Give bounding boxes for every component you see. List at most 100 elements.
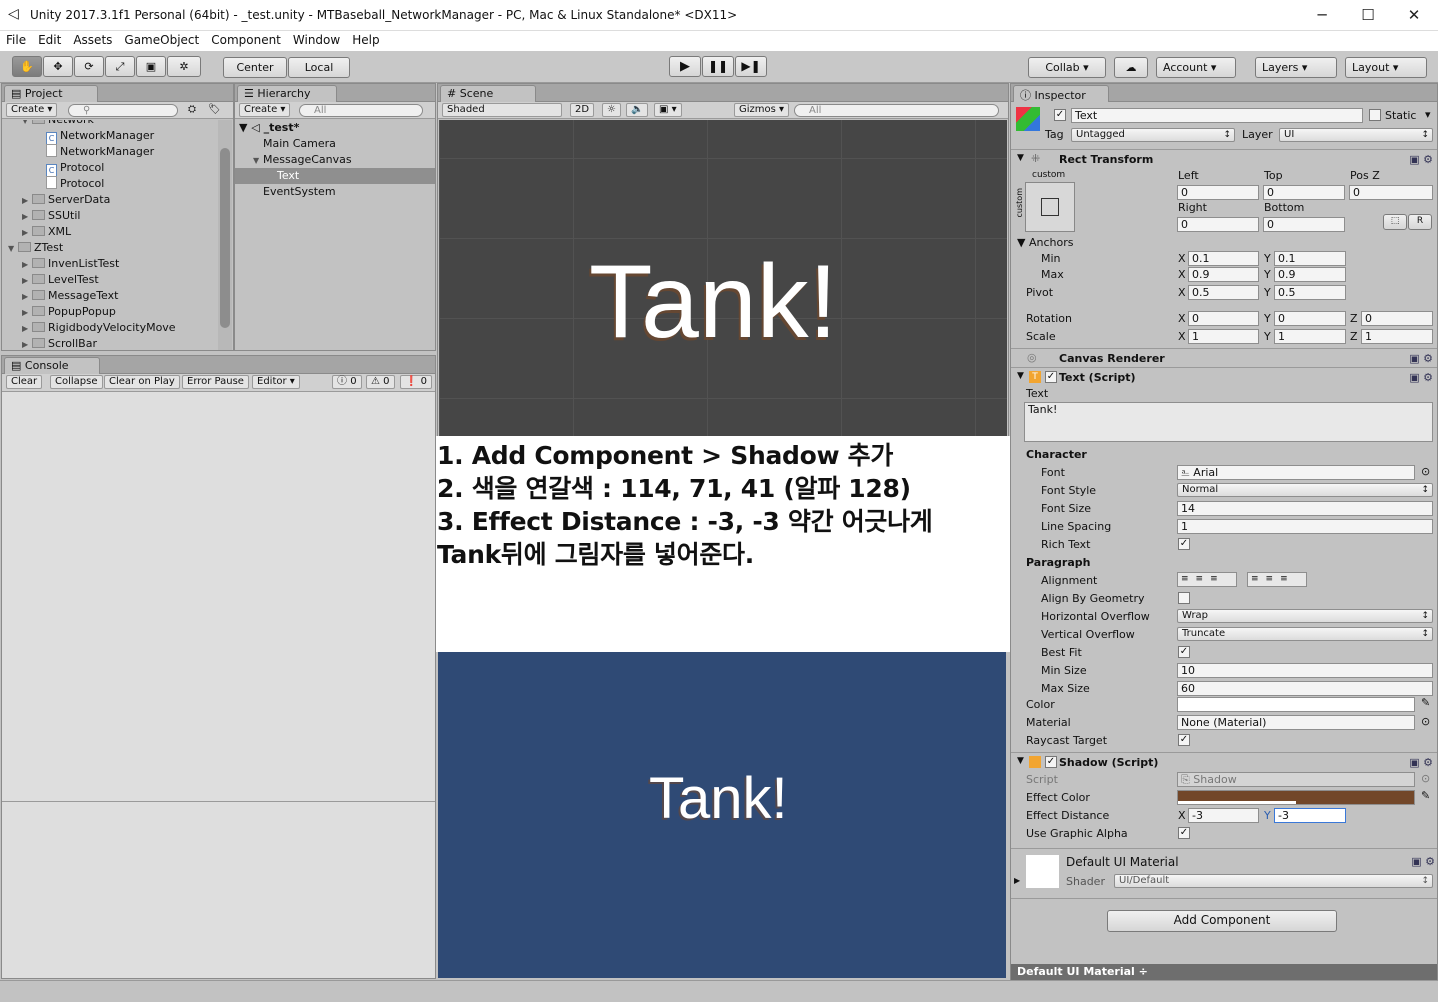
anchor-max-x-field[interactable]: 0.9: [1188, 267, 1259, 282]
shadow-enabled-checkbox[interactable]: ✓: [1045, 756, 1057, 768]
menu-component[interactable]: Component: [205, 31, 287, 49]
console-error-pause-button[interactable]: Error Pause: [182, 375, 249, 389]
hierarchy-item[interactable]: ▼ MessageCanvas: [235, 152, 435, 168]
line-spacing-field[interactable]: 1: [1177, 519, 1433, 534]
rotate-tool-icon[interactable]: ⟳: [74, 56, 104, 77]
foldout-arrow-icon[interactable]: ▶: [22, 337, 32, 350]
vertical-alignment-buttons[interactable]: ≡≡≡: [1247, 572, 1307, 587]
project-scrollbar[interactable]: [218, 120, 232, 350]
layout-dropdown[interactable]: Layout ▾: [1345, 57, 1427, 78]
effect-color-swatch[interactable]: [1177, 790, 1415, 805]
hierarchy-search-input[interactable]: All: [299, 104, 423, 117]
transform-tool-icon[interactable]: ✲: [167, 56, 201, 77]
scene-root[interactable]: ▼ ◁ _test*: [239, 120, 299, 136]
top-field[interactable]: 0: [1263, 185, 1345, 200]
hierarchy-item[interactable]: Text: [235, 168, 435, 184]
scale-x-field[interactable]: 1: [1188, 329, 1259, 344]
vertical-overflow-dropdown[interactable]: Truncate: [1177, 627, 1433, 641]
raycast-target-checkbox[interactable]: ✓: [1178, 734, 1190, 746]
layers-dropdown[interactable]: Layers ▾: [1255, 57, 1337, 78]
foldout-arrow-icon[interactable]: ▶: [22, 305, 32, 321]
material-foldout-icon[interactable]: ▶: [1014, 876, 1020, 885]
active-checkbox[interactable]: ✓: [1054, 109, 1066, 121]
game-viewport[interactable]: Tank!: [438, 652, 1006, 978]
canvas-renderer-header[interactable]: ◎ Canvas Renderer ▣ ⚙: [1011, 348, 1437, 368]
scene-search-input[interactable]: All: [794, 104, 999, 117]
foldout-arrow-icon[interactable]: ▶: [22, 321, 32, 337]
foldout-arrow-icon[interactable]: ▶: [22, 193, 32, 209]
scene-viewport[interactable]: Tank!: [439, 120, 1007, 436]
posz-field[interactable]: 0: [1349, 185, 1433, 200]
text-script-header[interactable]: ▼ T ✓ Text (Script) ▣ ⚙: [1011, 367, 1437, 387]
text-enabled-checkbox[interactable]: ✓: [1045, 371, 1057, 383]
min-size-field[interactable]: 10: [1177, 663, 1433, 678]
text-menu-icon[interactable]: ▣ ⚙: [1409, 371, 1433, 384]
horizontal-overflow-dropdown[interactable]: Wrap: [1177, 609, 1433, 623]
project-item[interactable]: Protocol: [2, 176, 104, 192]
collab-button[interactable]: Collab ▾: [1028, 57, 1106, 78]
shadow-menu-icon[interactable]: ▣ ⚙: [1409, 756, 1433, 769]
raw-edit-button[interactable]: R: [1408, 214, 1432, 230]
effects-icon[interactable]: ▣ ▾: [654, 103, 682, 117]
shadow-collapse-arrow-icon[interactable]: ▼: [1017, 756, 1024, 766]
audio-icon[interactable]: 🔈: [626, 103, 649, 117]
cloud-icon[interactable]: ☁: [1114, 57, 1148, 78]
console-clear-button[interactable]: Clear: [6, 375, 43, 389]
tag-dropdown[interactable]: Untagged: [1071, 128, 1235, 142]
preview-footer[interactable]: Default UI Material ÷: [1011, 964, 1437, 980]
layer-dropdown[interactable]: UI: [1279, 128, 1433, 142]
console-clear-on-play-button[interactable]: Clear on Play: [104, 375, 180, 389]
project-item[interactable]: ▶ XML: [2, 224, 71, 240]
project-item[interactable]: C Protocol: [2, 160, 104, 177]
gizmos-dropdown[interactable]: Gizmos ▾: [734, 103, 790, 117]
foldout-arrow-icon[interactable]: ▶: [22, 273, 32, 289]
console-warning-count[interactable]: ⚠ 0: [366, 375, 395, 389]
minimize-button[interactable]: ─: [1302, 4, 1342, 26]
tab-scene[interactable]: # Scene: [440, 85, 536, 102]
pivot-y-field[interactable]: 0.5: [1274, 285, 1346, 300]
tab-project[interactable]: ▤ Project: [4, 85, 98, 102]
hierarchy-create-button[interactable]: Create ▾: [239, 103, 291, 117]
rich-text-checkbox[interactable]: ✓: [1178, 538, 1190, 550]
foldout-arrow-icon[interactable]: ▶: [22, 225, 32, 241]
static-dropdown-icon[interactable]: ▾: [1425, 108, 1431, 121]
menu-gameobject[interactable]: GameObject: [118, 31, 205, 49]
menu-window[interactable]: Window: [287, 31, 346, 49]
hand-tool-icon[interactable]: ✋: [12, 56, 42, 77]
left-field[interactable]: 0: [1177, 185, 1259, 200]
menu-edit[interactable]: Edit: [32, 31, 67, 49]
project-item[interactable]: C NetworkManager: [2, 128, 154, 145]
scale-z-field[interactable]: 1: [1361, 329, 1433, 344]
effect-eyedropper-icon[interactable]: ✎: [1421, 789, 1430, 802]
rect-transform-header[interactable]: ▼ ⁜ Rect Transform ▣ ⚙: [1011, 149, 1437, 169]
material-field[interactable]: None (Material): [1177, 715, 1415, 730]
move-tool-icon[interactable]: ✥: [43, 56, 73, 77]
scale-y-field[interactable]: 1: [1274, 329, 1346, 344]
foldout-arrow-icon[interactable]: ▶: [22, 257, 32, 273]
use-graphic-alpha-checkbox[interactable]: ✓: [1178, 827, 1190, 839]
static-checkbox[interactable]: [1369, 109, 1381, 121]
collapse-arrow-icon[interactable]: ▼: [1017, 153, 1024, 163]
menu-file[interactable]: File: [0, 31, 32, 49]
play-button[interactable]: ▶: [669, 56, 701, 77]
console-error-count[interactable]: ❗ 0: [400, 375, 433, 389]
font-picker-icon[interactable]: ⊙: [1421, 465, 1430, 478]
anchor-min-x-field[interactable]: 0.1: [1188, 251, 1259, 266]
anchor-preset-button[interactable]: [1025, 182, 1075, 232]
scale-tool-icon[interactable]: ⤢: [105, 56, 135, 77]
align-by-geometry-checkbox[interactable]: [1178, 592, 1190, 604]
material-picker-icon[interactable]: ⊙: [1421, 715, 1430, 728]
close-button[interactable]: ✕: [1394, 4, 1434, 26]
project-item[interactable]: ▶ SSUtil: [2, 208, 80, 224]
color-swatch[interactable]: [1177, 697, 1415, 712]
rotation-y-field[interactable]: 0: [1274, 311, 1346, 326]
font-field[interactable]: ⎁ Arial: [1177, 465, 1415, 480]
tab-console[interactable]: ▤ Console: [4, 357, 100, 374]
foldout-arrow-icon[interactable]: ▼: [8, 241, 18, 257]
console-log-count[interactable]: ⓘ 0: [332, 375, 362, 389]
anchor-min-y-field[interactable]: 0.1: [1274, 251, 1346, 266]
component-menu-icon[interactable]: ▣ ⚙: [1409, 153, 1433, 166]
hierarchy-item[interactable]: Main Camera: [235, 136, 435, 152]
console-collapse-button[interactable]: Collapse: [50, 375, 103, 389]
font-size-field[interactable]: 14: [1177, 501, 1433, 516]
